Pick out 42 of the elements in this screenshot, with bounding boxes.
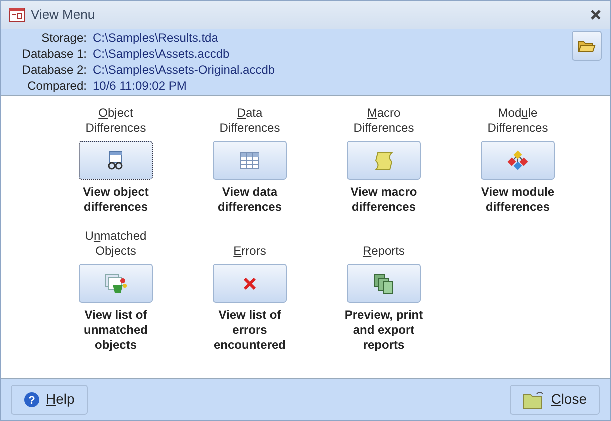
field-label: Database 2: bbox=[21, 63, 87, 79]
form-icon bbox=[9, 8, 25, 22]
action-button[interactable] bbox=[79, 141, 153, 180]
action-title: Differences bbox=[86, 121, 146, 136]
action-title: Unmatched bbox=[85, 229, 147, 244]
help-icon: ? bbox=[24, 392, 40, 408]
action-description: View module differences bbox=[480, 185, 556, 215]
action-title: Objects bbox=[94, 244, 138, 259]
close-icon[interactable] bbox=[590, 9, 602, 21]
action-title: Differences bbox=[488, 121, 548, 136]
reports-icon bbox=[373, 272, 395, 294]
action-title: Data bbox=[236, 106, 264, 121]
field-value: 10/6 11:09:02 PM bbox=[93, 79, 188, 95]
action-description: View data differences bbox=[216, 185, 284, 215]
action-title: Object bbox=[98, 106, 134, 121]
field-value: C:\Samples\Assets.accdb bbox=[93, 47, 231, 63]
forms-icon bbox=[105, 272, 127, 294]
field-value: C:\Samples\Assets-Original.accdb bbox=[93, 63, 276, 79]
field-label: Compared: bbox=[26, 79, 87, 95]
window-title: View Menu bbox=[31, 6, 96, 24]
action-title: Module bbox=[497, 106, 539, 121]
field-label: Storage: bbox=[40, 31, 87, 47]
action-description: Preview, print and export reports bbox=[344, 308, 424, 353]
action-description: View list of unmatched objects bbox=[82, 308, 149, 353]
help-button[interactable]: ? Help bbox=[11, 384, 88, 414]
action-title: Macro bbox=[366, 106, 402, 121]
action-title: Differences bbox=[354, 121, 414, 136]
close-button[interactable]: Close bbox=[510, 384, 600, 414]
action-description: View macro differences bbox=[350, 185, 418, 215]
diagram-icon bbox=[507, 150, 529, 172]
action-title: Reports bbox=[362, 244, 406, 259]
action-title: Differences bbox=[220, 121, 280, 136]
open-folder-button[interactable] bbox=[572, 31, 602, 61]
field-value: C:\Samples\Results.tda bbox=[93, 31, 220, 47]
scroll-icon bbox=[373, 150, 395, 172]
action-title: Errors bbox=[234, 244, 266, 259]
folder-icon bbox=[523, 390, 546, 410]
table-icon bbox=[239, 150, 261, 172]
action-description: View list of errors encountered bbox=[212, 308, 287, 353]
action-description: View object differences bbox=[82, 185, 150, 215]
field-label: Database 1: bbox=[21, 47, 87, 63]
action-button[interactable] bbox=[347, 264, 421, 303]
